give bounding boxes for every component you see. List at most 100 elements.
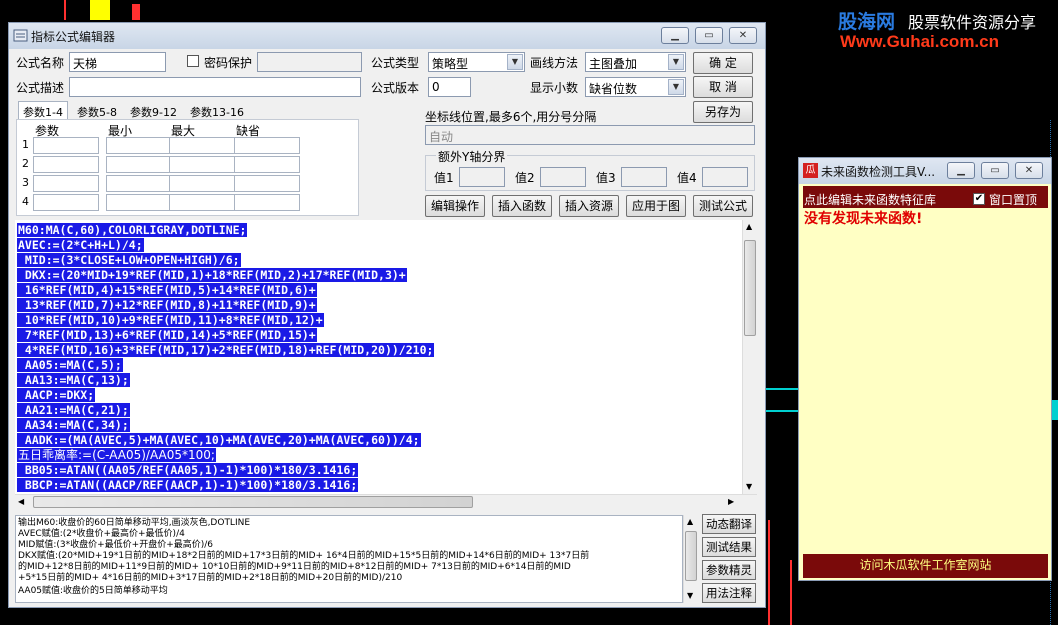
maximize-button[interactable]: ▭ <box>981 162 1009 179</box>
dynamic-translate-button[interactable]: 动态翻译 <box>702 514 756 534</box>
value1-input[interactable] <box>459 167 505 187</box>
formula-type-select[interactable]: 策略型 ▼ <box>428 52 525 72</box>
code-line: BBCP:=ATAN((AACP/REF(AACP,1)-1)*100)*180… <box>17 478 359 492</box>
formula-version-input[interactable]: 0 <box>428 77 471 97</box>
title-bar[interactable]: 指标公式编辑器 ▁ ▭ ✕ <box>9 23 765 49</box>
coord-line-input[interactable]: 自动 <box>425 125 755 145</box>
formula-desc-label: 公式描述 <box>16 81 65 95</box>
tab-params-1-4[interactable]: 参数1-4 <box>18 101 68 119</box>
insert-function-button[interactable]: 插入函数 <box>492 195 552 217</box>
usage-notes-button[interactable]: 用法注释 <box>702 583 756 603</box>
scroll-down-icon[interactable]: ▼ <box>746 482 752 491</box>
save-as-button[interactable]: 另存为 <box>693 101 753 123</box>
param-row-num: 2 <box>22 157 29 170</box>
test-results-button[interactable]: 测试结果 <box>702 537 756 557</box>
scroll-right-icon[interactable]: ▶ <box>728 497 734 506</box>
minimize-button[interactable]: ▁ <box>947 162 975 179</box>
param-default-input[interactable] <box>234 156 300 173</box>
value4-input[interactable] <box>702 167 748 187</box>
param-name-input[interactable] <box>33 156 99 173</box>
param-name-input[interactable] <box>33 137 99 154</box>
apply-to-chart-button[interactable]: 应用于图 <box>626 195 686 217</box>
code-line: AADK:=(MA(AVEC,5)+MA(AVEC,10)+MA(AVEC,20… <box>17 433 421 447</box>
detector-title-bar[interactable]: 瓜 未来函数检测工具V... ▁ ▭ ✕ <box>799 158 1051 184</box>
translation-output[interactable]: 输出M60:收盘价的60日简单移动平均,画淡灰色,DOTLINE AVEC赋值:… <box>15 515 683 603</box>
edit-feature-lib-link[interactable]: 点此编辑未来函数特征库 <box>804 191 936 208</box>
password-label: 密码保护 <box>204 56 253 70</box>
insert-resource-button[interactable]: 插入资源 <box>559 195 619 217</box>
code-line: 7*REF(MID,13)+6*REF(MID,14)+5*REF(MID,15… <box>17 328 317 342</box>
output-line: MID赋值:(3*收盘价+最低价+开盘价+最高价)/6 <box>18 540 214 550</box>
chart-bar-5 <box>790 560 792 625</box>
code-hscrollbar[interactable]: ◀ ▶ <box>15 494 757 510</box>
formula-type-value: 策略型 <box>432 57 469 71</box>
output-vscrollbar[interactable]: ▲ ▼ <box>683 515 698 603</box>
scroll-thumb[interactable] <box>744 240 756 336</box>
scroll-up-icon[interactable]: ▲ <box>687 517 693 526</box>
param-min-input[interactable] <box>106 175 172 192</box>
minimize-button[interactable]: ▁ <box>661 27 689 44</box>
chart-bar-3 <box>64 0 66 20</box>
value2-input[interactable] <box>540 167 586 187</box>
formula-name-input[interactable]: 天梯 <box>69 52 166 72</box>
tab-params-5-8[interactable]: 参数5-8 <box>73 102 121 120</box>
code-line: 五日乖离率:=(C-AA05)/AA05*100; <box>17 448 216 462</box>
param-max-input[interactable] <box>169 175 235 192</box>
close-button[interactable]: ✕ <box>1015 162 1043 179</box>
chart-bar-4 <box>768 520 770 625</box>
visit-website-link[interactable]: 访问木瓜软件工作室网站 <box>859 558 991 572</box>
hscroll-thumb[interactable] <box>33 496 473 508</box>
topmost-checkbox[interactable]: ✔ <box>973 193 985 205</box>
maximize-button[interactable]: ▭ <box>695 27 723 44</box>
param-max-input[interactable] <box>169 194 235 211</box>
scroll-thumb[interactable] <box>685 531 697 581</box>
tab-params-13-16[interactable]: 参数13-16 <box>186 102 248 120</box>
output-line: DKX赋值:(20*MID+19*1日前的MID+18*2日前的MID+17*3… <box>18 551 590 561</box>
param-name-input[interactable] <box>33 175 99 192</box>
formula-code-editor[interactable]: M60:MA(C,60),COLORLIGRAY,DOTLINE; AVEC:=… <box>15 220 742 494</box>
code-line: AA34:=MA(C,34); <box>17 418 130 432</box>
param-default-input[interactable] <box>234 137 300 154</box>
tab-params-9-12[interactable]: 参数9-12 <box>126 102 181 120</box>
code-line: BB05:=ATAN((AA05/REF(AA05,1)-1)*100)*180… <box>17 463 359 477</box>
draw-method-select[interactable]: 主图叠加 ▼ <box>585 52 686 72</box>
scroll-left-icon[interactable]: ◀ <box>18 497 24 506</box>
param-default-input[interactable] <box>234 194 300 211</box>
value3-input[interactable] <box>621 167 667 187</box>
param-row-num: 4 <box>22 195 29 208</box>
param-min-input[interactable] <box>106 194 172 211</box>
code-vscrollbar[interactable]: ▲ ▼ <box>742 220 757 494</box>
future-function-detector-window: 瓜 未来函数检测工具V... ▁ ▭ ✕ 点此编辑未来函数特征库 ✔ 窗口置顶 … <box>798 157 1052 581</box>
value2-label: 值2 <box>515 171 535 185</box>
code-line: AACP:=DKX; <box>17 388 96 402</box>
param-default-input[interactable] <box>234 175 300 192</box>
scroll-down-icon[interactable]: ▼ <box>687 591 693 600</box>
detector-footer-bar[interactable]: 访问木瓜软件工作室网站 <box>803 554 1048 578</box>
code-line: AVEC:=(2*C+H+L)/4; <box>17 238 144 252</box>
param-name-input[interactable] <box>33 194 99 211</box>
coord-line-label: 坐标线位置,最多6个,用分号分隔 <box>425 110 597 124</box>
test-formula-button[interactable]: 测试公式 <box>693 195 753 217</box>
param-min-input[interactable] <box>106 137 172 154</box>
scroll-up-icon[interactable]: ▲ <box>746 222 752 231</box>
close-button[interactable]: ✕ <box>729 27 757 44</box>
cancel-button[interactable]: 取 消 <box>693 76 753 98</box>
param-max-input[interactable] <box>169 137 235 154</box>
password-checkbox[interactable] <box>187 55 199 67</box>
param-min-input[interactable] <box>106 156 172 173</box>
edit-ops-button[interactable]: 编辑操作 <box>425 195 485 217</box>
value4-label: 值4 <box>677 171 697 185</box>
decimals-select[interactable]: 缺省位数 ▼ <box>585 77 686 97</box>
param-wizard-button[interactable]: 参数精灵 <box>702 560 756 580</box>
topmost-label: 窗口置顶 <box>989 193 1038 207</box>
password-input[interactable] <box>257 52 362 72</box>
param-row-num: 1 <box>22 138 29 151</box>
formula-type-label: 公式类型 <box>371 56 420 70</box>
code-line: AA21:=MA(C,21); <box>17 403 130 417</box>
extra-y-axis-label: 额外Y轴分界 <box>436 148 508 165</box>
formula-desc-input[interactable] <box>69 77 361 97</box>
output-line: 的MID+12*8日前的MID+11*9日前的MID+ 10*10日前的MID+… <box>18 562 571 572</box>
param-max-input[interactable] <box>169 156 235 173</box>
ok-button[interactable]: 确 定 <box>693 52 753 74</box>
formula-name-label: 公式名称 <box>16 56 65 70</box>
